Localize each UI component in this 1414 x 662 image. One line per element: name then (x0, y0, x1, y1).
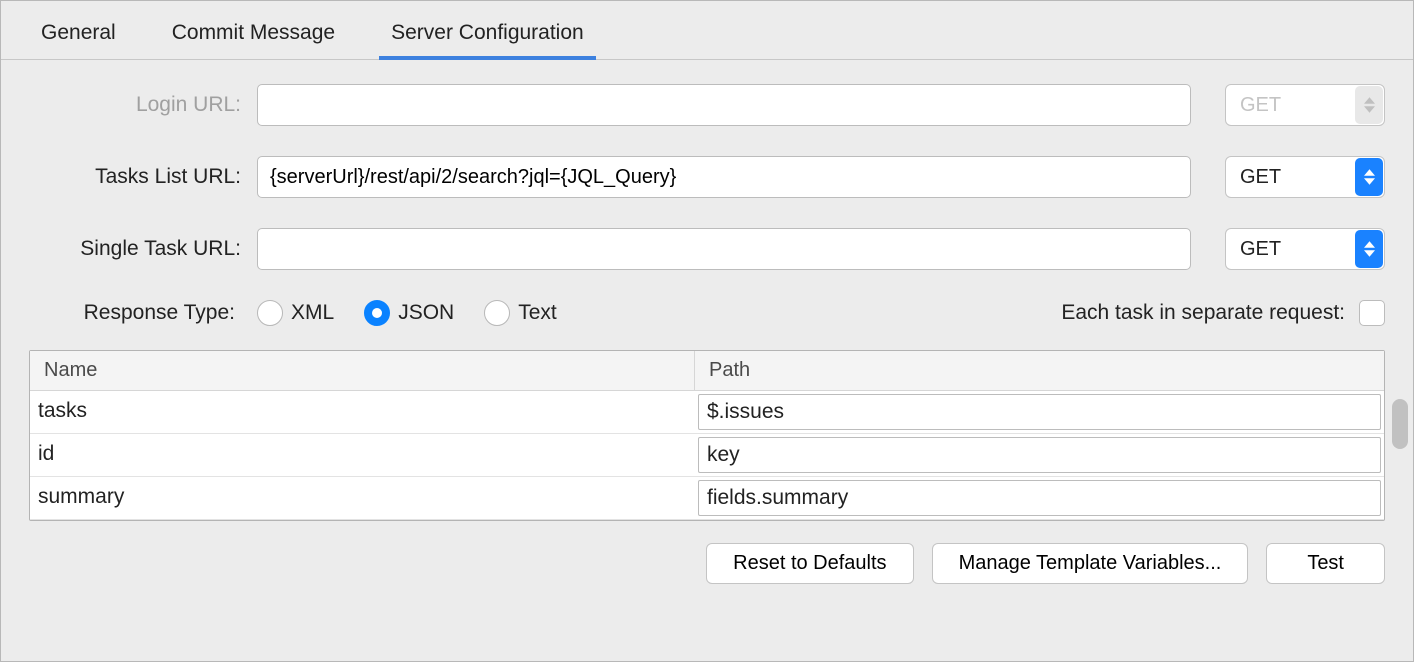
test-button[interactable]: Test (1266, 543, 1385, 584)
radio-json-label: JSON (398, 301, 454, 325)
table-row[interactable]: summary fields.summary (30, 477, 1384, 520)
login-url-label: Login URL: (29, 93, 257, 117)
single-task-url-input[interactable] (257, 228, 1191, 270)
table-row[interactable]: tasks $.issues (30, 391, 1384, 434)
reset-to-defaults-button[interactable]: Reset to Defaults (706, 543, 913, 584)
radio-json[interactable]: JSON (364, 300, 454, 326)
form: Login URL: GET Tasks List URL: GET Singl… (1, 60, 1413, 326)
th-path[interactable]: Path (695, 351, 1384, 390)
tab-general[interactable]: General (37, 15, 120, 59)
separate-request-label: Each task in separate request: (1061, 301, 1345, 325)
cell-name: id (30, 434, 695, 476)
tasks-list-url-label: Tasks List URL: (29, 165, 257, 189)
login-url-input (257, 84, 1191, 126)
cell-name: summary (30, 477, 695, 519)
chevron-updown-icon[interactable] (1355, 230, 1383, 268)
login-url-method-select: GET (1225, 84, 1385, 126)
radio-text-label: Text (518, 301, 557, 325)
single-task-url-method-select[interactable]: GET (1225, 228, 1385, 270)
button-row: Reset to Defaults Manage Template Variab… (1, 521, 1413, 606)
response-type-label: Response Type: (29, 301, 257, 325)
tabs: General Commit Message Server Configurat… (1, 1, 1413, 60)
row-single-task-url: Single Task URL: GET (29, 228, 1385, 270)
radio-icon (484, 300, 510, 326)
response-type-group: XML JSON Text (257, 300, 557, 326)
th-name[interactable]: Name (30, 351, 695, 390)
scrollbar[interactable] (1392, 399, 1408, 449)
row-tasks-list-url: Tasks List URL: GET (29, 156, 1385, 198)
table-header: Name Path (30, 351, 1384, 391)
cell-path[interactable]: fields.summary (695, 477, 1384, 519)
separate-request-checkbox[interactable] (1359, 300, 1385, 326)
chevron-updown-icon[interactable] (1355, 158, 1383, 196)
table-row[interactable]: id key (30, 434, 1384, 477)
row-login-url: Login URL: GET (29, 84, 1385, 126)
cell-path[interactable]: $.issues (695, 391, 1384, 433)
radio-icon (364, 300, 390, 326)
radio-icon (257, 300, 283, 326)
chevron-updown-icon (1355, 86, 1383, 124)
radio-xml[interactable]: XML (257, 300, 334, 326)
selectors-table: Name Path tasks $.issues id key summary … (29, 350, 1385, 521)
row-response-type: Response Type: XML JSON Text Each task i… (29, 300, 1385, 326)
radio-xml-label: XML (291, 301, 334, 325)
cell-path[interactable]: key (695, 434, 1384, 476)
tasks-list-url-input[interactable] (257, 156, 1191, 198)
cell-name: tasks (30, 391, 695, 433)
single-task-url-label: Single Task URL: (29, 237, 257, 261)
tab-commit-message[interactable]: Commit Message (168, 15, 339, 59)
tasks-list-url-method-select[interactable]: GET (1225, 156, 1385, 198)
tab-server-configuration[interactable]: Server Configuration (387, 15, 588, 59)
radio-text[interactable]: Text (484, 300, 557, 326)
manage-template-variables-button[interactable]: Manage Template Variables... (932, 543, 1249, 584)
